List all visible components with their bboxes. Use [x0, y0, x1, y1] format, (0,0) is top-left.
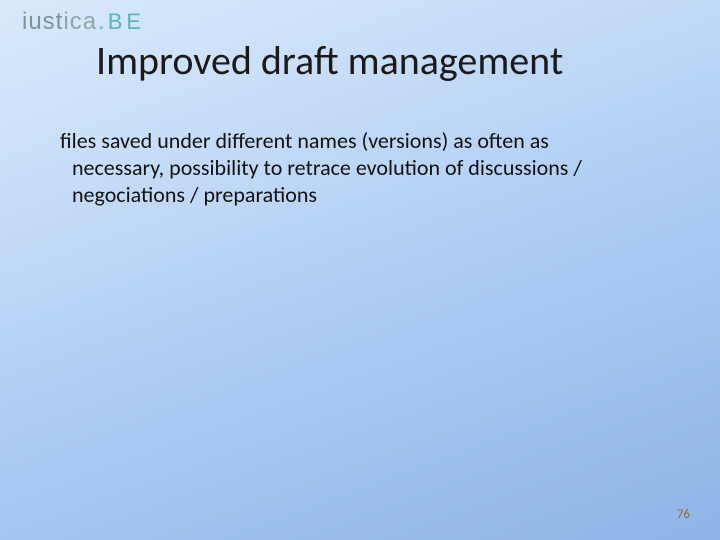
slide-body: files saved under different names (versi… — [50, 128, 630, 208]
page-number: 76 — [677, 507, 690, 522]
slide-title: Improved draft management — [96, 36, 680, 85]
body-paragraph: files saved under different names (versi… — [50, 128, 630, 208]
logo-text-part1: iust — [22, 8, 63, 35]
logo-text-part2: ica — [63, 8, 97, 35]
brand-logo: iustica.BE — [22, 8, 145, 36]
slide: iustica.BE Improved draft management fil… — [0, 0, 720, 540]
logo-suffix: BE — [108, 9, 145, 34]
logo-dot: . — [98, 8, 106, 35]
